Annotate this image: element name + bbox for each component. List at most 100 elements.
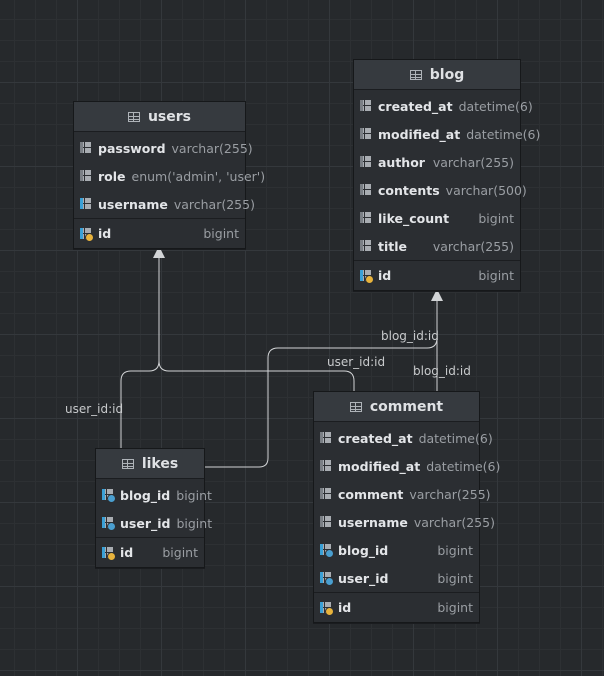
primary-key-icon — [101, 546, 116, 561]
column-type: enum('admin', 'user') — [131, 168, 266, 184]
column-type: datetime(6) — [426, 458, 501, 474]
column-type: datetime(6) — [418, 430, 493, 446]
column-icon — [79, 169, 93, 183]
edge-label-likes-users: user_id:id — [65, 402, 124, 416]
column-row-user-id[interactable]: user_id bigint — [314, 564, 479, 592]
column-row-created-at[interactable]: created_at datetime(6) — [314, 424, 493, 452]
column-icon — [319, 487, 333, 501]
column-row-comment[interactable]: comment varchar(255) — [314, 480, 491, 508]
column-row-modified-at[interactable]: modified_at datetime(6) — [354, 120, 540, 148]
edge-label-comment-blog: blog_id:id — [413, 364, 471, 378]
column-name: modified_at — [338, 458, 421, 474]
column-name: id — [378, 268, 392, 283]
column-name: password — [98, 140, 166, 156]
column-name: id — [98, 226, 112, 241]
table-icon — [409, 69, 422, 80]
column-name: username — [338, 514, 408, 530]
column-type: varchar(255) — [413, 514, 495, 530]
column-icon — [359, 127, 373, 141]
column-name: like_count — [378, 210, 450, 226]
column-row-like-count[interactable]: like_count bigint — [354, 204, 520, 232]
column-type: bigint — [203, 226, 239, 241]
column-name: comment — [338, 486, 404, 502]
column-type: varchar(255) — [432, 238, 514, 254]
column-row-title[interactable]: title varchar(255) — [354, 232, 520, 260]
column-row-created-at[interactable]: created_at datetime(6) — [354, 92, 533, 120]
foreign-key-icon — [319, 571, 334, 586]
column-type: bigint — [176, 487, 212, 503]
column-type: varchar(500) — [445, 182, 527, 198]
column-row-id[interactable]: id bigint — [314, 592, 479, 622]
column-name: role — [98, 168, 126, 184]
table-header-blog[interactable]: blog — [354, 60, 520, 90]
column-type: varchar(255) — [171, 140, 253, 156]
column-row-contents[interactable]: contents varchar(500) — [354, 176, 527, 204]
table-icon — [349, 401, 362, 412]
column-type: varchar(255) — [409, 486, 491, 502]
column-icon — [359, 183, 373, 197]
column-type: bigint — [176, 515, 213, 531]
indexed-column-icon — [79, 197, 93, 211]
table-comment[interactable]: comment created_at datetime(6) modified_… — [313, 391, 500, 623]
column-row-user-id[interactable]: user_id bigint — [96, 509, 212, 537]
column-row-author[interactable]: author varchar(255) — [354, 148, 520, 176]
column-name: modified_at — [378, 126, 461, 142]
edge-label-comment-users: user_id:id — [327, 355, 386, 369]
column-type: bigint — [437, 542, 473, 558]
diagram-canvas[interactable]: blog_id:id user_id:id blog_id:id user_id… — [0, 0, 604, 676]
edge-comment-users[interactable] — [158, 360, 355, 392]
primary-key-icon — [359, 269, 374, 284]
column-icon — [319, 431, 333, 445]
column-name: contents — [378, 182, 440, 198]
column-row-blog-id[interactable]: blog_id bigint — [314, 536, 479, 564]
column-type: bigint — [478, 268, 514, 283]
column-row-password[interactable]: password varchar(255) — [74, 134, 253, 162]
column-row-blog-id[interactable]: blog_id bigint — [96, 481, 212, 509]
table-name: likes — [141, 455, 179, 472]
column-row-role[interactable]: role enum('admin', 'user') — [74, 162, 265, 190]
table-header-likes[interactable]: likes — [96, 449, 204, 479]
table-blog[interactable]: blog created_at datetime(6) modified_at … — [353, 59, 540, 291]
column-name: title — [378, 238, 407, 254]
column-name: author — [378, 154, 425, 170]
column-icon — [359, 211, 373, 225]
column-name: id — [120, 545, 134, 560]
column-type: bigint — [478, 210, 514, 226]
column-type: datetime(6) — [466, 126, 541, 142]
table-name: comment — [369, 398, 444, 415]
column-icon — [319, 459, 333, 473]
column-name: user_id — [338, 570, 389, 586]
table-icon — [127, 111, 140, 122]
table-header-comment[interactable]: comment — [314, 392, 479, 422]
column-row-id[interactable]: id bigint — [354, 260, 520, 290]
column-name: username — [98, 196, 168, 212]
edge-likes-users[interactable] — [120, 257, 160, 448]
column-icon — [359, 99, 373, 113]
column-icon — [359, 155, 373, 169]
column-row-username[interactable]: username varchar(255) — [314, 508, 495, 536]
column-row-id[interactable]: id bigint — [74, 218, 245, 248]
column-name: blog_id — [120, 487, 171, 503]
column-type: bigint — [437, 600, 473, 615]
foreign-key-icon — [319, 543, 334, 558]
column-icon — [79, 141, 93, 155]
column-row-modified-at[interactable]: modified_at datetime(6) — [314, 452, 500, 480]
column-name: blog_id — [338, 542, 389, 558]
primary-key-icon — [319, 601, 334, 616]
column-name: created_at — [338, 430, 413, 446]
column-row-id[interactable]: id bigint — [96, 537, 204, 567]
column-name: created_at — [378, 98, 453, 114]
table-likes[interactable]: likes blog_id bigint user_id bigint id b… — [95, 448, 212, 568]
column-icon — [319, 515, 333, 529]
column-row-username[interactable]: username varchar(255) — [74, 190, 255, 218]
column-type: bigint — [162, 545, 198, 560]
table-header-users[interactable]: users — [74, 102, 245, 132]
column-name: user_id — [120, 515, 171, 531]
table-icon — [121, 458, 134, 469]
column-type: varchar(255) — [432, 154, 514, 170]
table-name: blog — [429, 66, 465, 83]
edge-label-likes-blog: blog_id:id — [381, 329, 439, 343]
table-users[interactable]: users password varchar(255) role enum('a… — [73, 101, 265, 249]
column-type: datetime(6) — [458, 98, 533, 114]
primary-key-icon — [79, 227, 94, 242]
